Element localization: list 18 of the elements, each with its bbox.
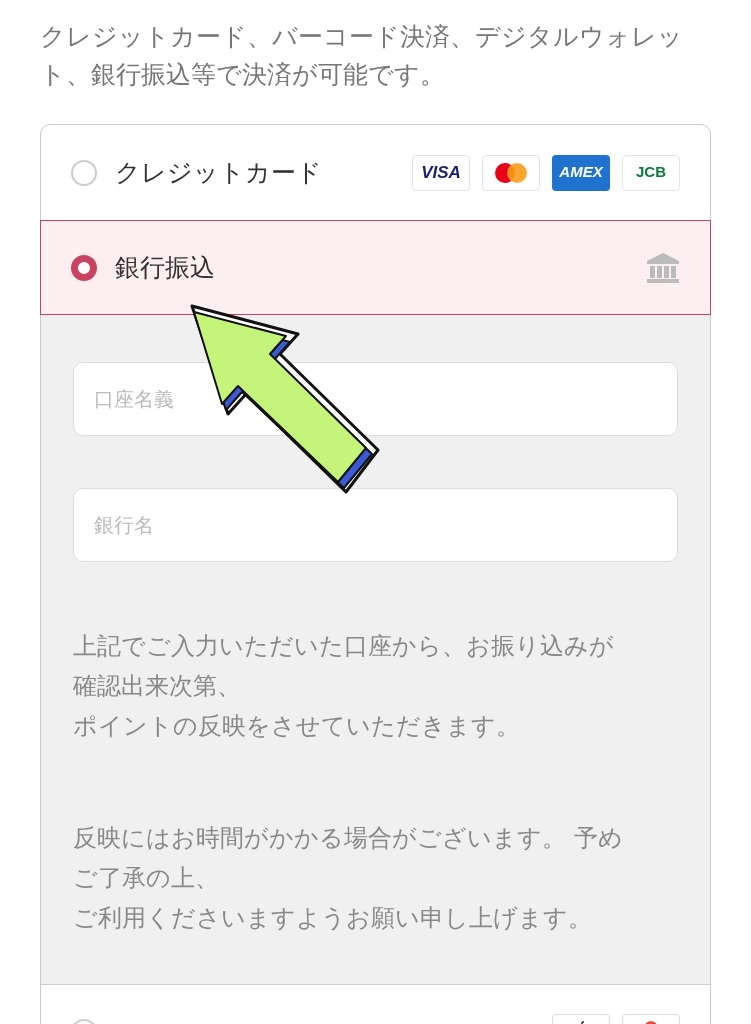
option-label: 銀行振込 xyxy=(115,251,215,284)
payment-logo: AMEX xyxy=(552,154,610,191)
radio-button[interactable] xyxy=(71,254,97,281)
payment-logo: VISA xyxy=(412,154,470,191)
note-text: 上記でご入力いただいた口座から、お振り込みが xyxy=(73,631,615,662)
note-text: 反映にはお時間がかかる場合がございます。 予め xyxy=(73,823,624,854)
bank-icon xyxy=(646,251,680,284)
intro-text: クレジットカード、バーコード決済、デジタルウォレット、銀行振込等で決済が可能です。 xyxy=(40,21,684,91)
note-text: ポイントの反映をさせていただきます。 xyxy=(73,711,521,742)
note-text: 確認出来次第、 xyxy=(73,671,242,702)
note-text: ご利用くださいますようお願い申し上げます。 xyxy=(73,903,593,934)
payment-option[interactable]: 銀行振込 xyxy=(40,220,711,315)
payment-option[interactable]: クレジットカード VISA AMEX JCB xyxy=(41,125,710,220)
input-field[interactable]: 銀行名 xyxy=(73,488,678,562)
note-text: ご了承の上、 xyxy=(73,863,220,894)
payment-logo: JCB xyxy=(622,154,680,191)
payment-logo-icon xyxy=(482,154,540,191)
option-label: クレジットカード xyxy=(115,156,322,189)
